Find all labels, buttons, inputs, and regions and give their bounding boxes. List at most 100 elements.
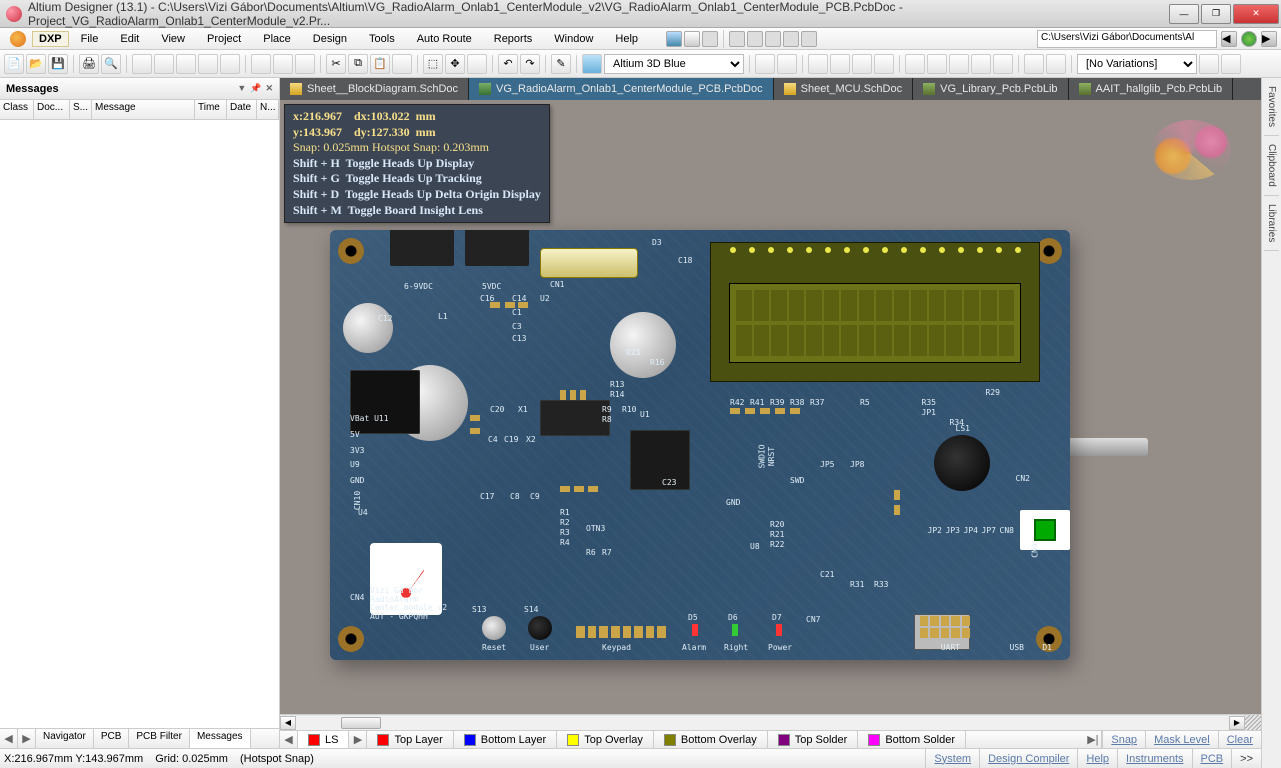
layer-next-icon[interactable]: ▶ — [349, 731, 367, 748]
status-designcompiler[interactable]: Design Compiler — [979, 749, 1077, 768]
zoom-fit-icon[interactable] — [251, 54, 271, 74]
tab-navigator[interactable]: Navigator — [36, 729, 94, 748]
panel-pin-icon[interactable]: 📌 — [250, 83, 261, 94]
tool-icon[interactable] — [1046, 54, 1066, 74]
panel-close-icon[interactable]: ✕ — [265, 83, 273, 94]
open-icon[interactable]: 📂 — [26, 54, 46, 74]
doc-tab[interactable]: AAIT_hallglib_Pcb.PcbLib — [1069, 78, 1234, 100]
menu-help[interactable]: Help — [605, 31, 648, 47]
resize-grip[interactable] — [1245, 715, 1261, 731]
save-icon[interactable]: 💾 — [48, 54, 68, 74]
print-icon[interactable]: 🖨 — [79, 54, 99, 74]
layer-scroll-icon[interactable]: ▶| — [1084, 731, 1102, 748]
menu-window[interactable]: Window — [544, 31, 603, 47]
tool-icon[interactable] — [808, 54, 828, 74]
variations-select[interactable]: [No Variations] — [1077, 54, 1197, 74]
nav-home-icon[interactable] — [1241, 31, 1257, 47]
redo-icon[interactable]: ↷ — [520, 54, 540, 74]
layer-tab-topoverlay[interactable]: Top Overlay — [557, 731, 654, 748]
maximize-button[interactable]: ❐ — [1201, 4, 1231, 24]
left-tab-prev[interactable]: ◀ — [0, 729, 18, 748]
left-tab-next[interactable]: ▶ — [18, 729, 36, 748]
move-icon[interactable]: ✥ — [445, 54, 465, 74]
tool-icon[interactable] — [777, 54, 797, 74]
brush-icon[interactable]: ✎ — [551, 54, 571, 74]
scroll-thumb[interactable] — [341, 717, 381, 729]
tab-messages[interactable]: Messages — [190, 729, 251, 748]
scroll-right-icon[interactable]: ▶ — [1229, 716, 1245, 730]
doc-tab[interactable]: Sheet_MCU.SchDoc — [774, 78, 914, 100]
menu-autoroute[interactable]: Auto Route — [407, 31, 482, 47]
dxp-menu[interactable]: DXP — [32, 31, 69, 47]
status-system[interactable]: System — [925, 749, 979, 768]
col-s[interactable]: S... — [70, 100, 92, 119]
tool-icon[interactable] — [176, 54, 196, 74]
toolbar-icon[interactable] — [765, 31, 781, 47]
view-mode-select[interactable]: Altium 3D Blue — [604, 54, 744, 74]
tool-icon[interactable] — [927, 54, 947, 74]
tool-icon[interactable] — [220, 54, 240, 74]
rail-clipboard[interactable]: Clipboard — [1264, 136, 1279, 196]
toolbar-icon[interactable] — [684, 31, 700, 47]
rail-favorites[interactable]: Favorites — [1264, 78, 1279, 136]
toolbar-icon[interactable] — [666, 31, 682, 47]
col-time[interactable]: Time — [195, 100, 227, 119]
zoom-area-icon[interactable] — [273, 54, 293, 74]
toolbar-icon[interactable] — [801, 31, 817, 47]
status-pcb[interactable]: PCB — [1192, 749, 1232, 768]
layer-tab-bottomoverlay[interactable]: Bottom Overlay — [654, 731, 768, 748]
menu-project[interactable]: Project — [197, 31, 251, 47]
copy-icon[interactable]: ⧉ — [348, 54, 368, 74]
3d-icon[interactable] — [582, 54, 602, 74]
layer-tab-bottom[interactable]: Bottom Layer — [454, 731, 557, 748]
select-icon[interactable]: ⬚ — [423, 54, 443, 74]
menu-reports[interactable]: Reports — [484, 31, 543, 47]
preview-icon[interactable]: 🔍 — [101, 54, 121, 74]
tool-icon[interactable] — [1199, 54, 1219, 74]
close-button[interactable]: ✕ — [1233, 4, 1279, 24]
toolbar-icon[interactable] — [783, 31, 799, 47]
tool-icon[interactable] — [132, 54, 152, 74]
paste-icon[interactable]: 📋 — [370, 54, 390, 74]
col-n[interactable]: N... — [257, 100, 279, 119]
tool-icon[interactable] — [1221, 54, 1241, 74]
tool-icon[interactable] — [949, 54, 969, 74]
tool-icon[interactable] — [1024, 54, 1044, 74]
minimize-button[interactable]: — — [1169, 4, 1199, 24]
pcb-board[interactable]: 6-9VDC 5VDC CN1 D3 C18 C12 L1 C16 C14 U2… — [330, 230, 1070, 660]
col-class[interactable]: Class — [0, 100, 34, 119]
horizontal-scrollbar[interactable]: ◀ ▶ — [280, 714, 1261, 730]
tool-icon[interactable] — [830, 54, 850, 74]
menu-edit[interactable]: Edit — [110, 31, 149, 47]
new-icon[interactable]: 📄 — [4, 54, 24, 74]
snap-button[interactable]: Snap — [1102, 731, 1145, 748]
deselect-icon[interactable] — [467, 54, 487, 74]
scroll-left-icon[interactable]: ◀ — [280, 716, 296, 730]
cut-icon[interactable]: ✂ — [326, 54, 346, 74]
menu-place[interactable]: Place — [253, 31, 301, 47]
dxp-icon[interactable] — [10, 31, 26, 47]
doc-tab-active[interactable]: VG_RadioAlarm_Onlab1_CenterModule_PCB.Pc… — [469, 78, 774, 100]
doc-tab[interactable]: VG_Library_Pcb.PcbLib — [913, 78, 1068, 100]
status-more[interactable]: >> — [1231, 749, 1261, 768]
rail-libraries[interactable]: Libraries — [1264, 196, 1279, 251]
col-doc[interactable]: Doc... — [34, 100, 70, 119]
toolbar-icon[interactable] — [729, 31, 745, 47]
layer-current[interactable]: LS — [298, 731, 349, 748]
layer-tab-topsolder[interactable]: Top Solder — [768, 731, 859, 748]
menu-file[interactable]: File — [71, 31, 109, 47]
tool-icon[interactable] — [993, 54, 1013, 74]
status-help[interactable]: Help — [1077, 749, 1117, 768]
layer-tab-bottomsolder[interactable]: Bottom Solder — [858, 731, 966, 748]
masklevel-button[interactable]: Mask Level — [1145, 731, 1218, 748]
layer-prev-icon[interactable]: ◀ — [280, 731, 298, 748]
clear-button[interactable]: Clear — [1218, 731, 1261, 748]
col-date[interactable]: Date — [227, 100, 257, 119]
tool-icon[interactable] — [874, 54, 894, 74]
status-instruments[interactable]: Instruments — [1117, 749, 1191, 768]
tool-icon[interactable] — [971, 54, 991, 74]
tab-pcbfilter[interactable]: PCB Filter — [129, 729, 190, 748]
toolbar-icon[interactable] — [702, 31, 718, 47]
path-field[interactable]: C:\Users\Vizi Gábor\Documents\Al — [1037, 30, 1217, 48]
tool-icon[interactable] — [852, 54, 872, 74]
